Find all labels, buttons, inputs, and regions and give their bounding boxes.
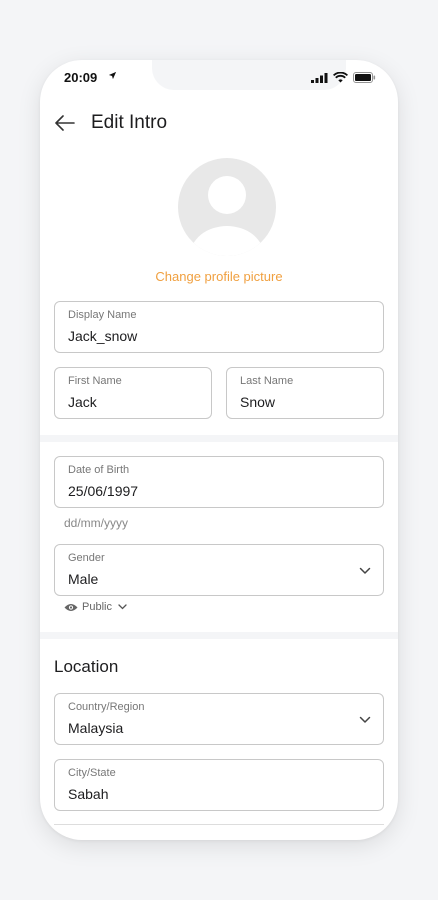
last-name-value: Snow: [240, 394, 276, 410]
date-of-birth-value: 25/06/1997: [68, 483, 139, 499]
status-time: 20:09: [64, 70, 98, 85]
display-name-label: Display Name: [68, 309, 137, 321]
city-state-label: City/State: [68, 767, 116, 779]
chevron-down-icon: [359, 716, 371, 723]
gender-value: Male: [68, 571, 99, 587]
phone-frame: 20:09 Edit Intro Change profile picture …: [40, 60, 398, 840]
first-name-label: First Name: [68, 375, 122, 387]
first-name-value: Jack: [68, 394, 97, 410]
user-silhouette-icon: [190, 176, 264, 256]
visibility-label: Public: [82, 601, 112, 613]
gender-select[interactable]: Gender Male: [54, 544, 384, 596]
first-name-field[interactable]: First Name Jack: [54, 367, 212, 419]
page-title: Edit Intro: [91, 112, 168, 133]
date-format-hint: dd/mm/yyyy: [64, 516, 129, 530]
date-of-birth-label: Date of Birth: [68, 464, 130, 476]
city-state-value: Sabah: [68, 786, 109, 802]
battery-icon: [353, 72, 376, 83]
header: Edit Intro: [40, 106, 398, 146]
country-region-label: Country/Region: [68, 701, 145, 713]
eye-icon: [64, 603, 78, 611]
date-of-birth-field[interactable]: Date of Birth 25/06/1997: [54, 456, 384, 508]
status-bar: 20:09: [40, 60, 398, 96]
avatar[interactable]: [178, 158, 276, 256]
status-icons: [311, 72, 376, 83]
city-state-field[interactable]: City/State Sabah: [54, 759, 384, 811]
wifi-icon: [333, 72, 348, 83]
display-name-field[interactable]: Display Name Jack_snow: [54, 301, 384, 353]
chevron-down-icon: [359, 567, 371, 574]
display-name-value: Jack_snow: [68, 328, 138, 344]
location-section-title: Location: [54, 657, 119, 676]
change-profile-picture-link[interactable]: Change profile picture: [40, 269, 398, 284]
back-arrow-icon[interactable]: [52, 110, 78, 136]
bottom-divider: [54, 824, 384, 825]
section-divider: [40, 632, 398, 639]
section-divider: [40, 435, 398, 442]
gender-label: Gender: [68, 552, 105, 564]
visibility-selector[interactable]: Public: [64, 601, 127, 613]
last-name-label: Last Name: [240, 375, 294, 387]
location-arrow-icon: [108, 71, 117, 80]
country-region-value: Malaysia: [68, 720, 124, 736]
chevron-down-icon: [118, 604, 127, 610]
signal-icon: [311, 73, 328, 83]
last-name-field[interactable]: Last Name Snow: [226, 367, 384, 419]
country-region-select[interactable]: Country/Region Malaysia: [54, 693, 384, 745]
